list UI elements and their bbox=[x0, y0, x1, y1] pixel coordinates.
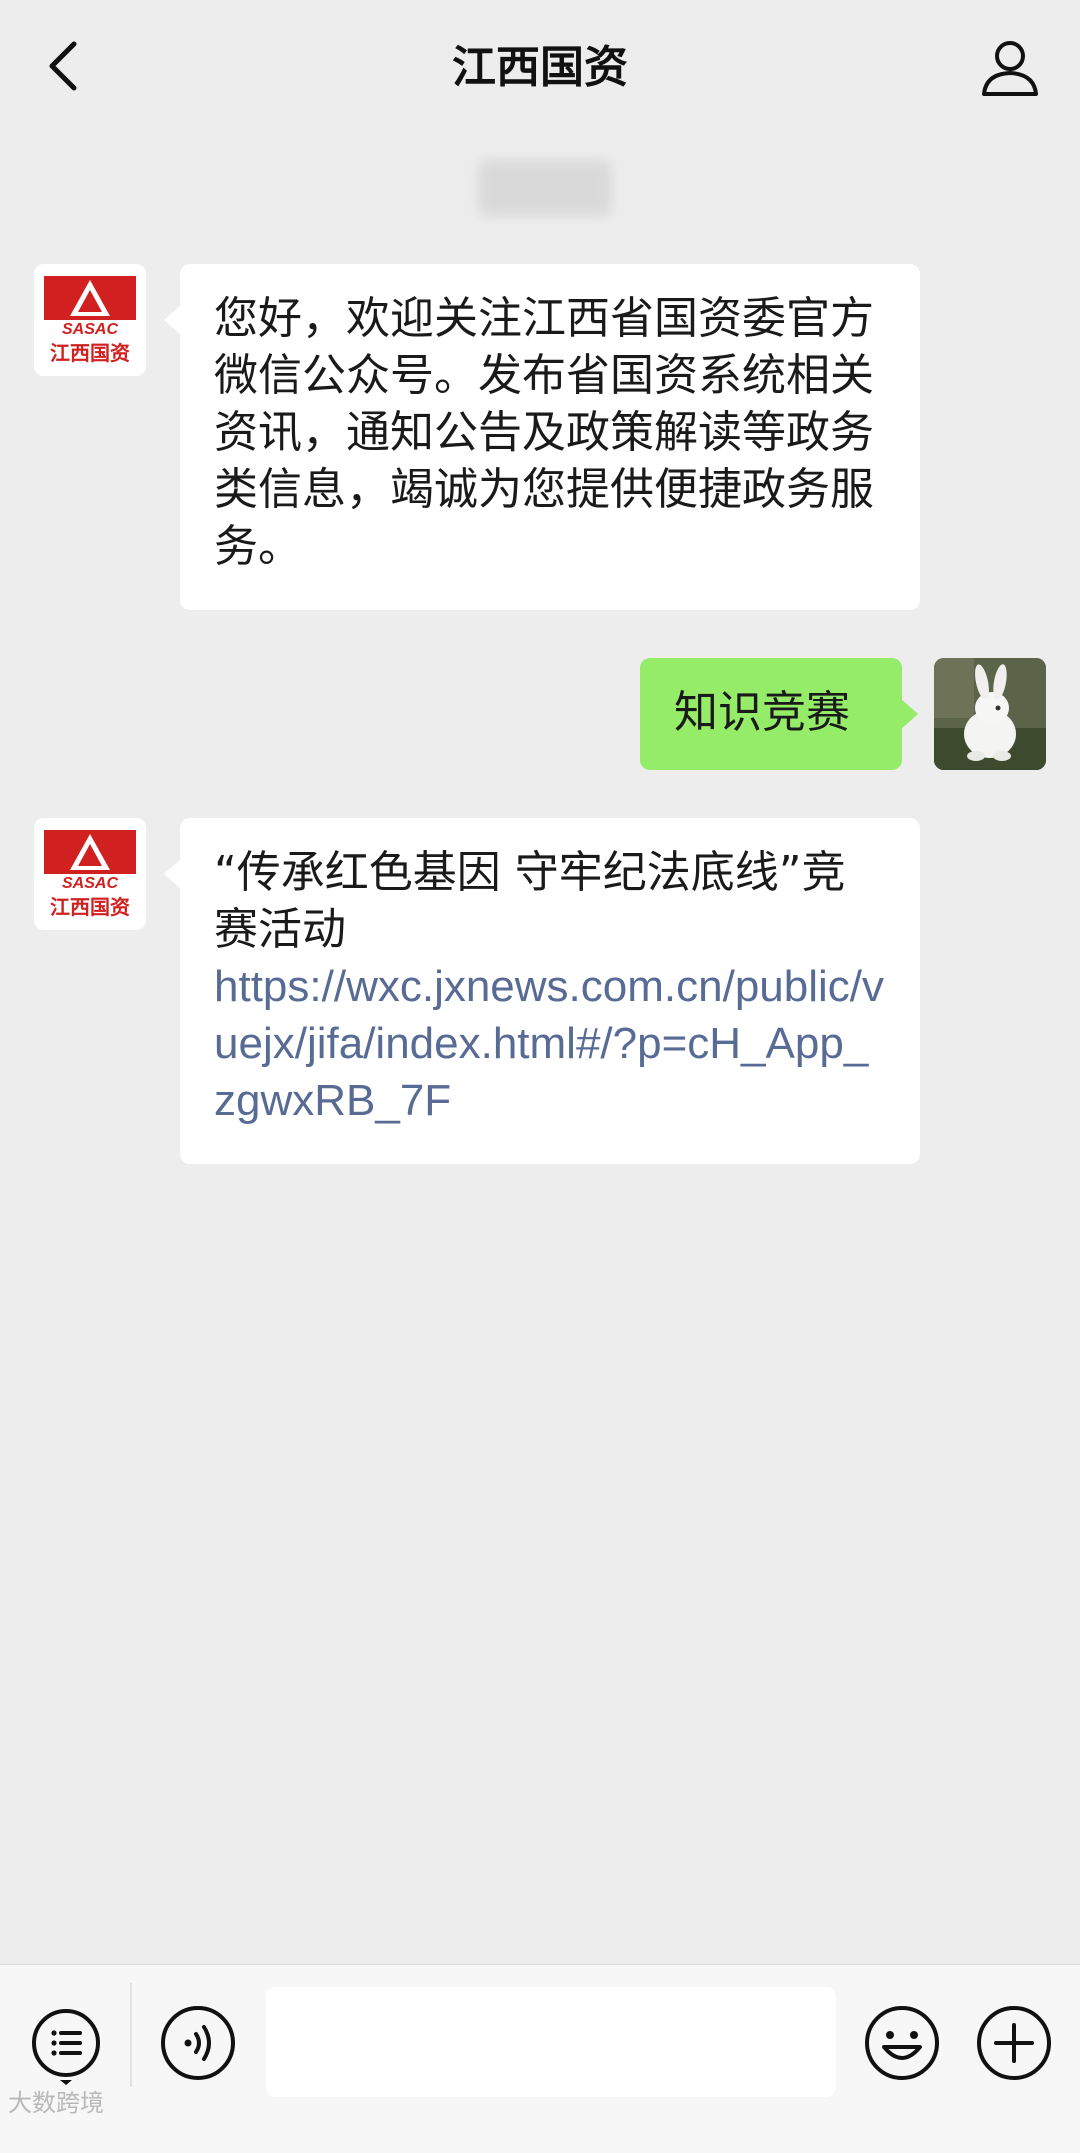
user-avatar[interactable] bbox=[934, 658, 1046, 770]
person-icon[interactable] bbox=[978, 36, 1042, 100]
org-avatar[interactable]: SASAC 江西国资 bbox=[34, 264, 146, 376]
message-text: 您好，欢迎关注江西省国资委官方微信公众号。发布省国资系统相关资讯，通知公告及政策… bbox=[214, 293, 874, 572]
chevron-left-icon[interactable] bbox=[36, 36, 96, 96]
org-avatar[interactable]: SASAC 江西国资 bbox=[34, 818, 146, 930]
blurred-timestamp bbox=[478, 160, 612, 216]
message-link[interactable]: https://wxc.jxnews.com.cn/public/vuejx/j… bbox=[214, 958, 886, 1129]
message-bubble-self[interactable]: 知识竞赛 bbox=[640, 658, 918, 770]
watermark: 大数跨境 bbox=[8, 2089, 104, 2117]
logo-text-top: SASAC bbox=[62, 875, 118, 892]
message-text: 知识竞赛 bbox=[674, 687, 850, 738]
input-bar: 大数跨境 bbox=[0, 1964, 1080, 2153]
smiley-icon[interactable] bbox=[862, 2003, 942, 2083]
message-input[interactable] bbox=[266, 1987, 836, 2097]
plus-icon[interactable] bbox=[974, 2003, 1054, 2083]
message-bubble[interactable]: “传承红色基因 守牢纪法底线”竞赛活动 https://wxc.jxnews.c… bbox=[164, 818, 920, 1164]
logo-text-bottom: 江西国资 bbox=[50, 895, 130, 919]
list-icon[interactable] bbox=[26, 2005, 106, 2085]
logo-text-top: SASAC bbox=[62, 321, 118, 338]
page-title: 江西国资 bbox=[452, 42, 628, 93]
logo-text-bottom: 江西国资 bbox=[50, 341, 130, 365]
message-bubble[interactable]: 您好，欢迎关注江西省国资委官方微信公众号。发布省国资系统相关资讯，通知公告及政策… bbox=[164, 264, 920, 610]
voice-icon[interactable] bbox=[158, 2003, 238, 2083]
top-bar: 江西国资 bbox=[0, 0, 1080, 140]
message-text: “传承红色基因 守牢纪法底线”竞赛活动 bbox=[214, 847, 846, 955]
divider bbox=[130, 1983, 132, 2087]
